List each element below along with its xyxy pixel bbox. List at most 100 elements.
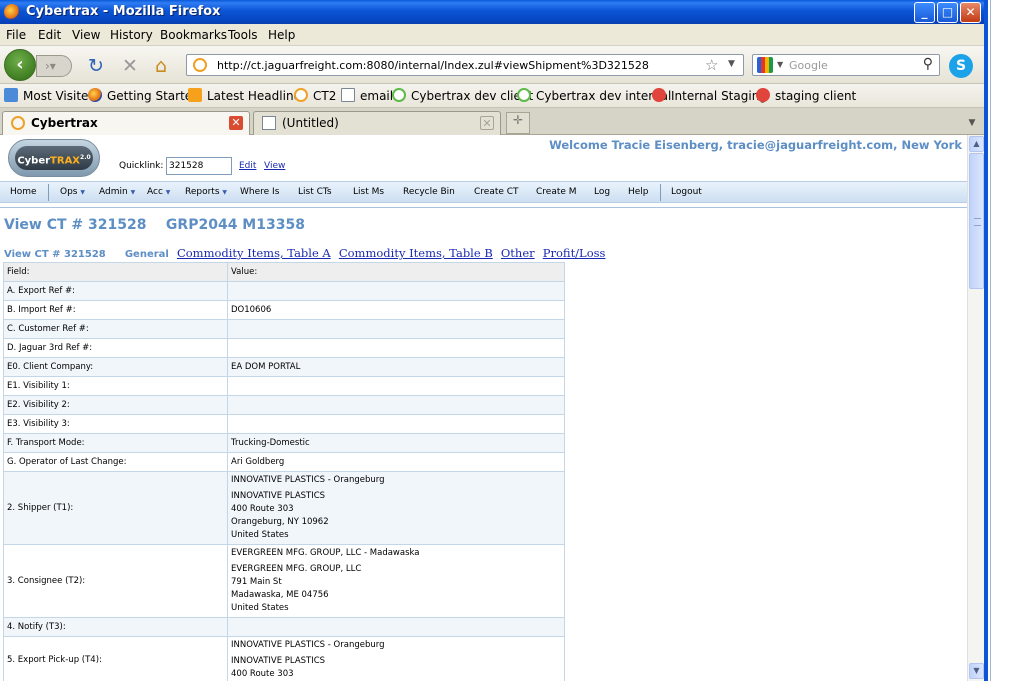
bookmark-getting-started[interactable]: Getting Started: [88, 88, 200, 103]
tab-cybertrax[interactable]: Cybertrax ✕: [2, 111, 250, 135]
back-button[interactable]: ‹: [4, 49, 36, 81]
app-menu-reports[interactable]: Reports ▼: [185, 187, 227, 197]
url-text[interactable]: http://ct.jaguarfreight.com:8080/interna…: [217, 59, 649, 72]
field-value: DO10606: [227, 300, 565, 320]
section-link-commodity-a[interactable]: Commodity Items, Table A: [177, 246, 331, 260]
tab-label: Cybertrax: [31, 116, 98, 130]
bookmark-ct2[interactable]: CT2: [294, 88, 336, 103]
window-frame: [984, 0, 988, 681]
engine-dropdown-icon[interactable]: ▼: [777, 60, 783, 69]
section-link-commodity-b[interactable]: Commodity Items, Table B: [339, 246, 493, 260]
section-link-profit-loss[interactable]: Profit/Loss: [543, 246, 606, 260]
app-menu-create-ct[interactable]: Create CT: [474, 187, 519, 197]
reload-icon[interactable]: ↻: [88, 57, 104, 76]
close-button[interactable]: ✕: [960, 2, 981, 23]
bookmark-cybertrax-dev-client[interactable]: Cybertrax dev client: [392, 88, 533, 103]
section-link-other[interactable]: Other: [501, 246, 535, 260]
app-menu-where-is[interactable]: Where Is: [240, 187, 279, 197]
welcome-message: Welcome Tracie Eisenberg, tracie@jaguarf…: [549, 138, 962, 152]
field-label: D. Jaguar 3rd Ref #:: [3, 338, 228, 358]
app-menu-home[interactable]: Home: [10, 187, 37, 197]
most-visited-icon: [4, 88, 18, 102]
search-placeholder[interactable]: Google: [789, 59, 828, 72]
caret-down-icon: ▼: [165, 189, 171, 196]
field-value: [227, 376, 565, 396]
tab-close-icon[interactable]: ✕: [480, 116, 494, 130]
bookmark-staging-client[interactable]: staging client: [756, 88, 856, 103]
app-menu-log[interactable]: Log: [594, 187, 610, 197]
url-dropdown-icon[interactable]: ▼: [728, 59, 735, 69]
app-menu-logout[interactable]: Logout: [671, 187, 702, 197]
app-menu-list-ms[interactable]: List Ms: [353, 187, 384, 197]
bookmark-cybertrax-dev-internal[interactable]: Cybertrax dev internal: [517, 88, 671, 103]
logo-version: 2.0: [80, 154, 91, 161]
field-value: [227, 617, 565, 637]
field-label: E0. Client Company:: [3, 357, 228, 377]
menu-file[interactable]: File: [6, 28, 26, 42]
navigation-toolbar: ›▾ ‹ ↻ ✕ ⌂ http://ct.jaguarfreight.com:8…: [0, 46, 984, 84]
menu-view[interactable]: View: [72, 28, 100, 42]
table-row: 3. Consignee (T2): EVERGREEN MFG. GROUP,…: [3, 544, 565, 618]
table-row: 2. Shipper (T1): INNOVATIVE PLASTICS - O…: [3, 471, 565, 545]
maximize-button[interactable]: □: [937, 2, 958, 23]
menu-edit[interactable]: Edit: [38, 28, 61, 42]
app-menu-create-m[interactable]: Create M: [536, 187, 577, 197]
column-header-field: Field:: [3, 262, 228, 282]
address-line: United States: [231, 603, 289, 613]
page-icon: [341, 88, 355, 102]
tab-untitled[interactable]: (Untitled) ✕: [253, 111, 501, 135]
bookmark-email[interactable]: email: [341, 88, 393, 103]
new-tab-button[interactable]: ✛: [506, 112, 530, 134]
app-menu-label: Admin: [99, 187, 128, 197]
bookmark-internal-staging[interactable]: Internal Staging: [652, 88, 767, 103]
table-row: G. Operator of Last Change: Ari Goldberg: [3, 452, 565, 472]
scroll-down-icon[interactable]: ▼: [969, 663, 984, 679]
bookmark-latest-headlines[interactable]: Latest Headlines: [188, 88, 307, 103]
address-line: 400 Route 303: [231, 669, 294, 679]
menu-bookmarks[interactable]: Bookmarks: [160, 28, 227, 42]
forward-button[interactable]: ›▾: [36, 55, 72, 77]
pickup-address: INNOVATIVE PLASTICS - Orangeburg INNOVAT…: [227, 636, 565, 681]
quicklink-view-link[interactable]: View: [264, 161, 285, 171]
home-icon[interactable]: ⌂: [155, 57, 167, 76]
app-menu-list-cts[interactable]: List CTs: [298, 187, 332, 197]
address-line: 791 Main St: [231, 577, 282, 587]
app-menu-ops[interactable]: Ops ▼: [60, 187, 85, 197]
bookmark-label: Internal Staging: [671, 89, 767, 103]
google-engine-icon[interactable]: [757, 57, 773, 73]
app-menu-admin[interactable]: Admin ▼: [99, 187, 135, 197]
minimize-button[interactable]: _: [914, 2, 935, 23]
field-label: 2. Shipper (T1):: [3, 471, 228, 545]
menu-help[interactable]: Help: [268, 28, 295, 42]
address-line: INNOVATIVE PLASTICS - Orangeburg: [231, 640, 385, 650]
site-identity-icon[interactable]: [193, 58, 207, 72]
quicklink-input[interactable]: [166, 157, 232, 175]
site-icon: [294, 88, 308, 102]
logo-text-b: TRAX: [50, 155, 81, 167]
app-menu-help[interactable]: Help: [628, 187, 649, 197]
menu-history[interactable]: History: [110, 28, 153, 42]
bookmark-most-visited[interactable]: Most Visited: [4, 88, 96, 103]
app-menu-recycle-bin[interactable]: Recycle Bin: [403, 187, 455, 197]
address-line: INNOVATIVE PLASTICS - Orangeburg: [231, 475, 385, 485]
app-menu-acc[interactable]: Acc ▼: [147, 187, 170, 197]
tab-strip: Cybertrax ✕ (Untitled) ✕ ✛ ▼: [0, 108, 984, 135]
stop-icon[interactable]: ✕: [122, 57, 138, 76]
tab-list-icon[interactable]: ▼: [962, 112, 982, 134]
search-icon[interactable]: ⚲: [923, 56, 933, 72]
tab-close-icon[interactable]: ✕: [229, 116, 243, 130]
scrollbar-thumb[interactable]: [969, 153, 984, 289]
shipper-address: INNOVATIVE PLASTICS - Orangeburg INNOVAT…: [227, 471, 565, 545]
scroll-up-icon[interactable]: ▲: [969, 136, 984, 152]
address-line: EVERGREEN MFG. GROUP, LLC - Madawaska: [231, 548, 420, 558]
menu-tools[interactable]: Tools: [228, 28, 258, 42]
bookmark-label: Most Visited: [23, 89, 97, 103]
vertical-scrollbar[interactable]: ▲ ▼: [967, 135, 984, 681]
bookmark-star-icon[interactable]: ☆: [705, 56, 718, 74]
search-bar[interactable]: ▼ Google ⚲: [752, 54, 940, 76]
section-nav-current: General: [124, 249, 169, 260]
skype-icon[interactable]: S: [949, 54, 973, 78]
quicklink-edit-link[interactable]: Edit: [239, 161, 256, 171]
firefox-icon: [4, 4, 20, 20]
address-bar[interactable]: http://ct.jaguarfreight.com:8080/interna…: [186, 54, 744, 76]
